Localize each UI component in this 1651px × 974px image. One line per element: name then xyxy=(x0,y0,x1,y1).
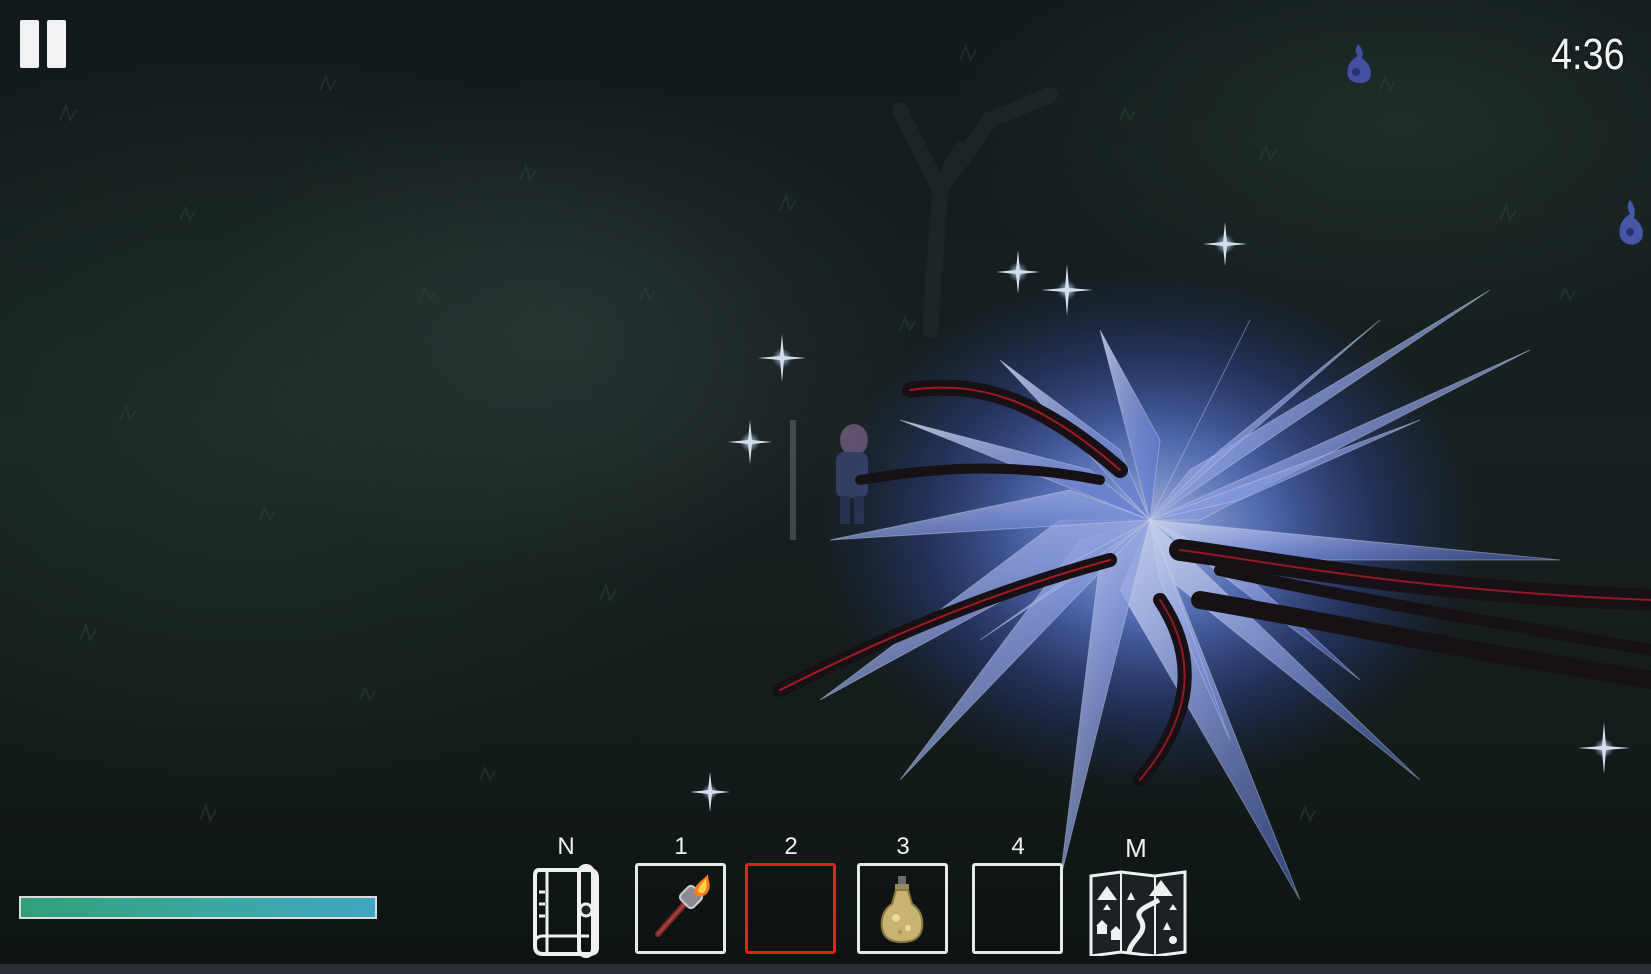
pause-button[interactable] xyxy=(18,18,68,70)
journal-button[interactable] xyxy=(527,862,607,958)
hotbar-slot-3[interactable] xyxy=(857,863,948,954)
hotbar-slot-1[interactable] xyxy=(635,863,726,954)
lantern-bottle-icon xyxy=(880,876,924,944)
hotbar-slot-2[interactable] xyxy=(745,863,836,954)
map-button[interactable] xyxy=(1089,870,1187,958)
hotbar-key-label: N xyxy=(557,833,575,860)
pause-icon-left-bar xyxy=(20,20,39,68)
game-viewport: 4:36 N 1 2 3 4 M xyxy=(0,0,1651,974)
spirit-flame-icon xyxy=(1619,200,1643,245)
health-bar xyxy=(19,896,377,919)
torch-icon xyxy=(655,874,710,937)
health-bar-fill xyxy=(21,898,375,917)
journal-icon xyxy=(533,864,599,958)
pause-icon-right-bar xyxy=(47,20,66,68)
hotbar-slot-4[interactable] xyxy=(972,863,1063,954)
spirit-flame-icon xyxy=(1347,44,1371,84)
countdown-timer: 4:36 xyxy=(1551,30,1625,79)
hotbar-key-label: 3 xyxy=(896,833,910,860)
hotbar-key-label: M xyxy=(1125,833,1147,863)
game-world xyxy=(0,0,1651,964)
map-icon xyxy=(1089,870,1187,958)
hotbar-key-label: 4 xyxy=(1011,833,1025,860)
hotbar-key-label: 1 xyxy=(674,833,688,860)
bottom-edge-strip xyxy=(0,964,1651,974)
hotbar-key-label: 2 xyxy=(784,833,798,860)
